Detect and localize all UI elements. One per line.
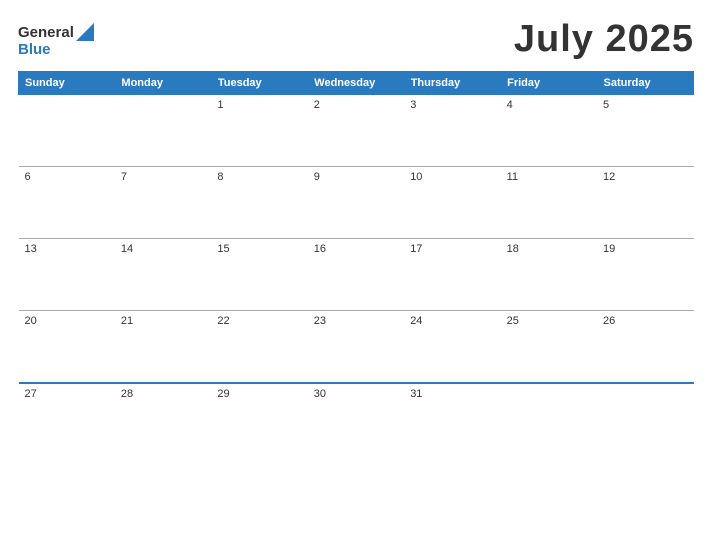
calendar-day-cell: 26 xyxy=(597,311,693,383)
day-number: 13 xyxy=(25,243,109,255)
day-number: 19 xyxy=(603,243,687,255)
day-number: 24 xyxy=(410,315,494,327)
calendar-page: General Blue July 2025 Sunday Monday Tue… xyxy=(0,0,712,550)
day-number: 12 xyxy=(603,171,687,183)
day-number: 8 xyxy=(217,171,301,183)
day-number: 23 xyxy=(314,315,398,327)
calendar-day-cell: 12 xyxy=(597,167,693,239)
weekday-header-row: Sunday Monday Tuesday Wednesday Thursday… xyxy=(19,72,694,95)
calendar-day-cell: 3 xyxy=(404,95,500,167)
calendar-table: Sunday Monday Tuesday Wednesday Thursday… xyxy=(18,71,694,455)
day-number: 20 xyxy=(25,315,109,327)
calendar-day-cell: 28 xyxy=(115,383,211,455)
calendar-day-cell: 21 xyxy=(115,311,211,383)
calendar-day-cell: 15 xyxy=(211,239,307,311)
calendar-day-cell: 9 xyxy=(308,167,404,239)
header-tuesday: Tuesday xyxy=(211,72,307,95)
calendar-day-cell: 30 xyxy=(308,383,404,455)
calendar-day-cell: 16 xyxy=(308,239,404,311)
day-number: 5 xyxy=(603,99,687,111)
calendar-day-cell: 14 xyxy=(115,239,211,311)
day-number: 7 xyxy=(121,171,205,183)
calendar-day-cell: 22 xyxy=(211,311,307,383)
calendar-day-cell: 20 xyxy=(19,311,115,383)
day-number: 31 xyxy=(410,388,494,400)
calendar-day-cell xyxy=(501,383,597,455)
calendar-week-row: 27 28 29 30 31 xyxy=(19,383,694,455)
calendar-week-row: 13 14 15 16 17 18 19 xyxy=(19,239,694,311)
calendar-day-cell xyxy=(115,95,211,167)
logo-triangle-icon xyxy=(76,23,94,41)
calendar-day-cell: 31 xyxy=(404,383,500,455)
calendar-day-cell: 25 xyxy=(501,311,597,383)
day-number: 11 xyxy=(507,171,591,183)
calendar-day-cell: 23 xyxy=(308,311,404,383)
calendar-day-cell: 18 xyxy=(501,239,597,311)
calendar-day-cell: 13 xyxy=(19,239,115,311)
day-number: 1 xyxy=(217,99,301,111)
calendar-day-cell: 6 xyxy=(19,167,115,239)
calendar-day-cell: 1 xyxy=(211,95,307,167)
day-number: 10 xyxy=(410,171,494,183)
calendar-week-row: 1 23 45 xyxy=(19,95,694,167)
header-sunday: Sunday xyxy=(19,72,115,95)
page-header: General Blue July 2025 xyxy=(18,18,694,61)
header-thursday: Thursday xyxy=(404,72,500,95)
logo-blue-text: Blue xyxy=(18,42,51,57)
header-friday: Friday xyxy=(501,72,597,95)
day-number: 28 xyxy=(121,388,205,400)
calendar-title: July 2025 xyxy=(514,18,694,61)
day-number: 4 xyxy=(507,99,591,111)
header-monday: Monday xyxy=(115,72,211,95)
calendar-day-cell: 11 xyxy=(501,167,597,239)
day-number: 30 xyxy=(314,388,398,400)
calendar-day-cell: 27 xyxy=(19,383,115,455)
day-number: 26 xyxy=(603,315,687,327)
logo: General Blue xyxy=(18,23,94,57)
day-number: 2 xyxy=(314,99,398,111)
logo-general-text: General xyxy=(18,25,74,40)
day-number: 17 xyxy=(410,243,494,255)
calendar-week-row: 678 9 10 11 12 xyxy=(19,167,694,239)
day-number: 21 xyxy=(121,315,205,327)
calendar-day-cell: 2 xyxy=(308,95,404,167)
calendar-day-cell: 19 xyxy=(597,239,693,311)
header-saturday: Saturday xyxy=(597,72,693,95)
calendar-day-cell: 24 xyxy=(404,311,500,383)
day-number: 3 xyxy=(410,99,494,111)
calendar-day-cell: 29 xyxy=(211,383,307,455)
day-number: 25 xyxy=(507,315,591,327)
calendar-day-cell xyxy=(597,383,693,455)
day-number: 9 xyxy=(314,171,398,183)
calendar-day-cell: 7 xyxy=(115,167,211,239)
calendar-day-cell xyxy=(19,95,115,167)
day-number: 6 xyxy=(25,171,109,183)
calendar-day-cell: 5 xyxy=(597,95,693,167)
day-number: 15 xyxy=(217,243,301,255)
day-number: 22 xyxy=(217,315,301,327)
header-wednesday: Wednesday xyxy=(308,72,404,95)
day-number: 29 xyxy=(217,388,301,400)
calendar-day-cell: 10 xyxy=(404,167,500,239)
calendar-day-cell: 8 xyxy=(211,167,307,239)
calendar-day-cell: 17 xyxy=(404,239,500,311)
day-number: 27 xyxy=(25,388,109,400)
day-number: 18 xyxy=(507,243,591,255)
day-number: 14 xyxy=(121,243,205,255)
day-number: 16 xyxy=(314,243,398,255)
calendar-day-cell: 4 xyxy=(501,95,597,167)
calendar-week-row: 20 21 22 23 24 25 26 xyxy=(19,311,694,383)
